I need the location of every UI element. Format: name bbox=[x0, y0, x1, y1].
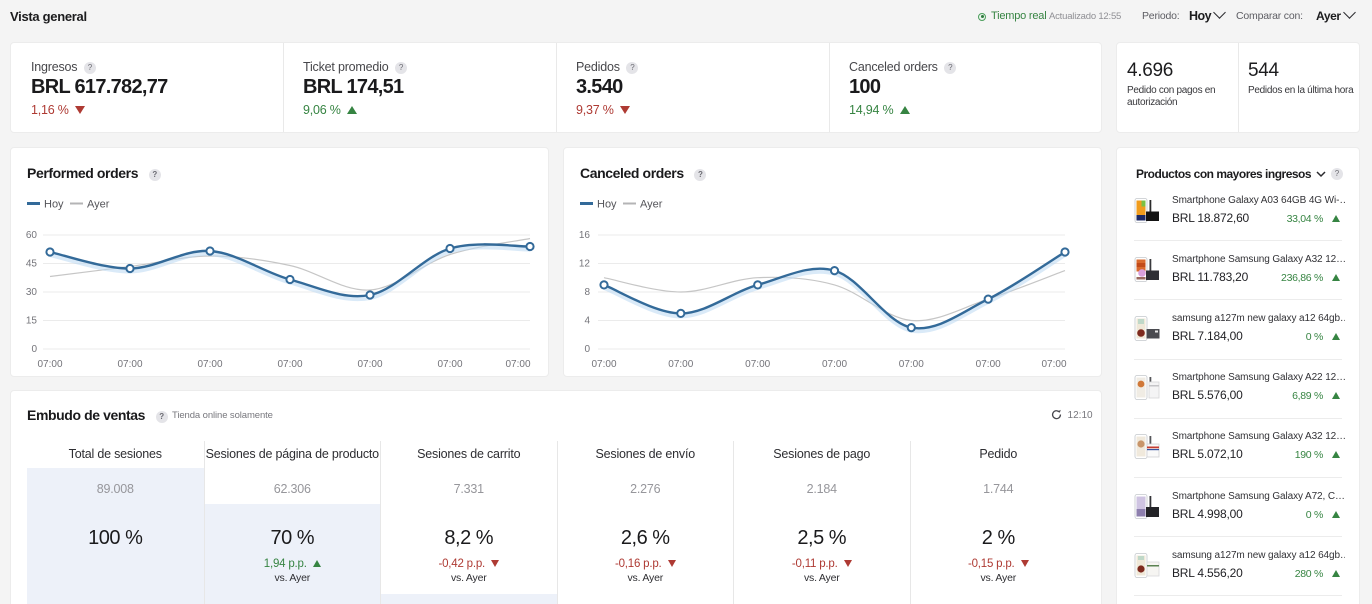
svg-text:8: 8 bbox=[584, 287, 590, 298]
svg-text:07:00: 07:00 bbox=[197, 359, 222, 370]
svg-text:45: 45 bbox=[26, 259, 38, 270]
svg-text:Ayer: Ayer bbox=[640, 199, 663, 211]
svg-text:07:00: 07:00 bbox=[437, 359, 462, 370]
svg-text:07:00: 07:00 bbox=[591, 359, 616, 370]
svg-text:12: 12 bbox=[579, 259, 591, 270]
svg-text:15: 15 bbox=[26, 316, 38, 327]
svg-text:07:00: 07:00 bbox=[745, 359, 770, 370]
svg-text:07:00: 07:00 bbox=[976, 359, 1001, 370]
svg-text:4: 4 bbox=[584, 316, 590, 327]
svg-text:16: 16 bbox=[579, 230, 591, 241]
svg-text:0: 0 bbox=[584, 344, 590, 355]
svg-text:07:00: 07:00 bbox=[899, 359, 924, 370]
svg-text:0: 0 bbox=[31, 344, 37, 355]
svg-text:07:00: 07:00 bbox=[1041, 359, 1066, 370]
svg-text:07:00: 07:00 bbox=[357, 359, 382, 370]
svg-text:Hoy: Hoy bbox=[44, 199, 64, 211]
svg-text:Hoy: Hoy bbox=[597, 199, 617, 211]
svg-text:07:00: 07:00 bbox=[117, 359, 142, 370]
svg-text:30: 30 bbox=[26, 287, 38, 298]
svg-text:07:00: 07:00 bbox=[822, 359, 847, 370]
svg-text:07:00: 07:00 bbox=[277, 359, 302, 370]
svg-text:07:00: 07:00 bbox=[37, 359, 62, 370]
svg-text:07:00: 07:00 bbox=[668, 359, 693, 370]
svg-text:07:00: 07:00 bbox=[505, 359, 530, 370]
svg-text:60: 60 bbox=[26, 230, 38, 241]
svg-text:Ayer: Ayer bbox=[87, 199, 110, 211]
